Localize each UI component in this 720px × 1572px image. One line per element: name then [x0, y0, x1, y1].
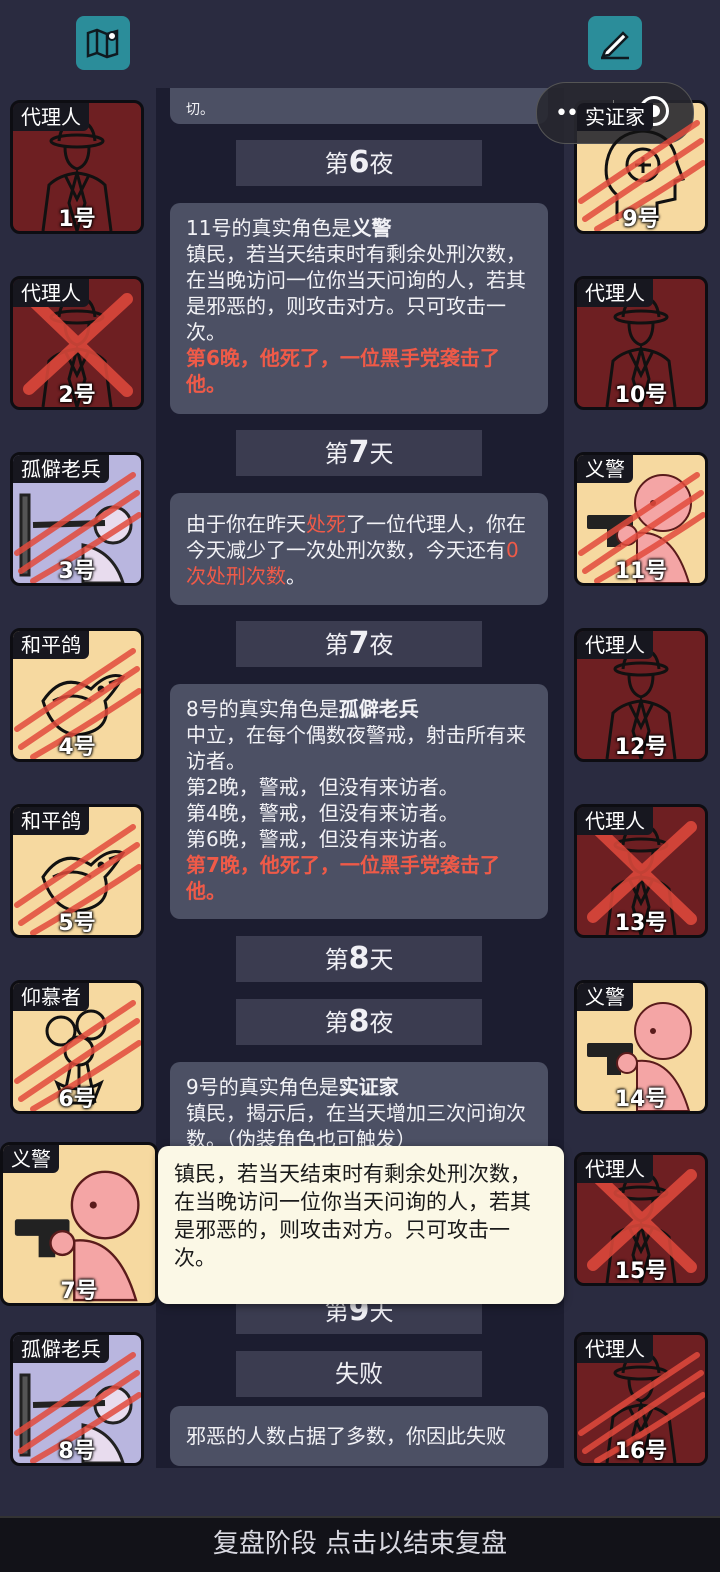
player-card-6[interactable]: 仰慕者 6号	[10, 980, 144, 1114]
player-number: 13号	[614, 911, 668, 936]
role-tag: 仰慕者	[13, 983, 89, 1011]
fail-label: 失败	[236, 1351, 482, 1397]
log-entry-8-reveal: 8号的真实角色是孤僻老兵 中立，在每个偶数夜警戒，射击所有来访者。 第2晚，警戒…	[170, 684, 548, 919]
player-card-12[interactable]: 代理人 12号	[574, 628, 708, 762]
player-number: 1号	[58, 207, 96, 232]
log-entry-11-reveal: 11号的真实角色是义警 镇民，若当天结束时有剩余处刑次数，在当晚访问一位你当天问…	[170, 203, 548, 414]
role-tag: 和平鸽	[13, 807, 89, 835]
player-number: 12号	[614, 735, 668, 760]
player-card-2[interactable]: 代理人 2号	[10, 276, 144, 410]
role-tag: 和平鸽	[13, 631, 89, 659]
role-tag: 义警	[3, 1145, 59, 1173]
edit-icon[interactable]	[588, 16, 642, 70]
log-fragment: 切。	[186, 102, 214, 118]
player-card-1[interactable]: 代理人 1号	[10, 100, 144, 234]
player-card-8[interactable]: 孤僻老兵 8号	[10, 1332, 144, 1466]
map-icon[interactable]	[76, 16, 130, 70]
player-card-15[interactable]: 代理人 15号	[574, 1152, 708, 1286]
day-8-label: 第8天	[236, 936, 482, 982]
player-number: 16号	[614, 1439, 668, 1464]
player-card-13[interactable]: 代理人 13号	[574, 804, 708, 938]
night-8-label: 第8夜	[236, 999, 482, 1045]
role-tag: 孤僻老兵	[13, 1335, 109, 1363]
player-number: 10号	[614, 383, 668, 408]
player-number: 11号	[614, 559, 668, 584]
role-tag: 实证家	[577, 103, 653, 131]
player-card-5[interactable]: 和平鸽 5号	[10, 804, 144, 938]
log-entry-fail: 邪恶的人数占据了多数，你因此失败	[170, 1406, 548, 1466]
log-entry: 切。	[170, 88, 548, 124]
role-tag: 代理人	[13, 103, 89, 131]
day-7-label: 第7天	[236, 430, 482, 476]
end-review-button[interactable]: 复盘阶段 点击以结束复盘	[0, 1516, 720, 1572]
night-7-label: 第7夜	[236, 621, 482, 667]
player-card-14[interactable]: 义警 14号	[574, 980, 708, 1114]
role-tag: 代理人	[13, 279, 89, 307]
role-tag: 代理人	[577, 279, 653, 307]
player-number: 2号	[58, 383, 96, 408]
role-tag: 代理人	[577, 1335, 653, 1363]
player-card-9[interactable]: 实证家 9号	[574, 100, 708, 234]
player-number: 8号	[58, 1439, 96, 1464]
player-card-4[interactable]: 和平鸽 4号	[10, 628, 144, 762]
player-card-10[interactable]: 代理人 10号	[574, 276, 708, 410]
player-card-16[interactable]: 代理人 16号	[574, 1332, 708, 1466]
role-tag: 义警	[577, 983, 633, 1011]
player-card-7[interactable]: 义警 7号	[0, 1142, 158, 1306]
role-tooltip: 镇民，若当天结束时有剩余处刑次数，在当晚访问一位你当天问询的人，若其是邪恶的，则…	[158, 1146, 564, 1304]
player-number: 4号	[58, 735, 96, 760]
role-tag: 义警	[577, 455, 633, 483]
log-entry-execution: 由于你在昨天处死了一位代理人，你在今天减少了一次处刑次数，今天还有0次处刑次数。	[170, 493, 548, 605]
player-number: 3号	[58, 559, 96, 584]
player-number: 6号	[58, 1087, 96, 1112]
player-number: 14号	[614, 1087, 668, 1112]
role-tag: 代理人	[577, 1155, 653, 1183]
player-number: 15号	[614, 1259, 668, 1284]
player-number: 7号	[60, 1279, 98, 1304]
player-number: 9号	[622, 207, 660, 232]
role-tag: 代理人	[577, 631, 653, 659]
role-tag: 代理人	[577, 807, 653, 835]
role-tag: 孤僻老兵	[13, 455, 109, 483]
player-number: 5号	[58, 911, 96, 936]
player-card-11[interactable]: 义警 11号	[574, 452, 708, 586]
night-6-label: 第6夜	[236, 140, 482, 186]
player-card-3[interactable]: 孤僻老兵 3号	[10, 452, 144, 586]
